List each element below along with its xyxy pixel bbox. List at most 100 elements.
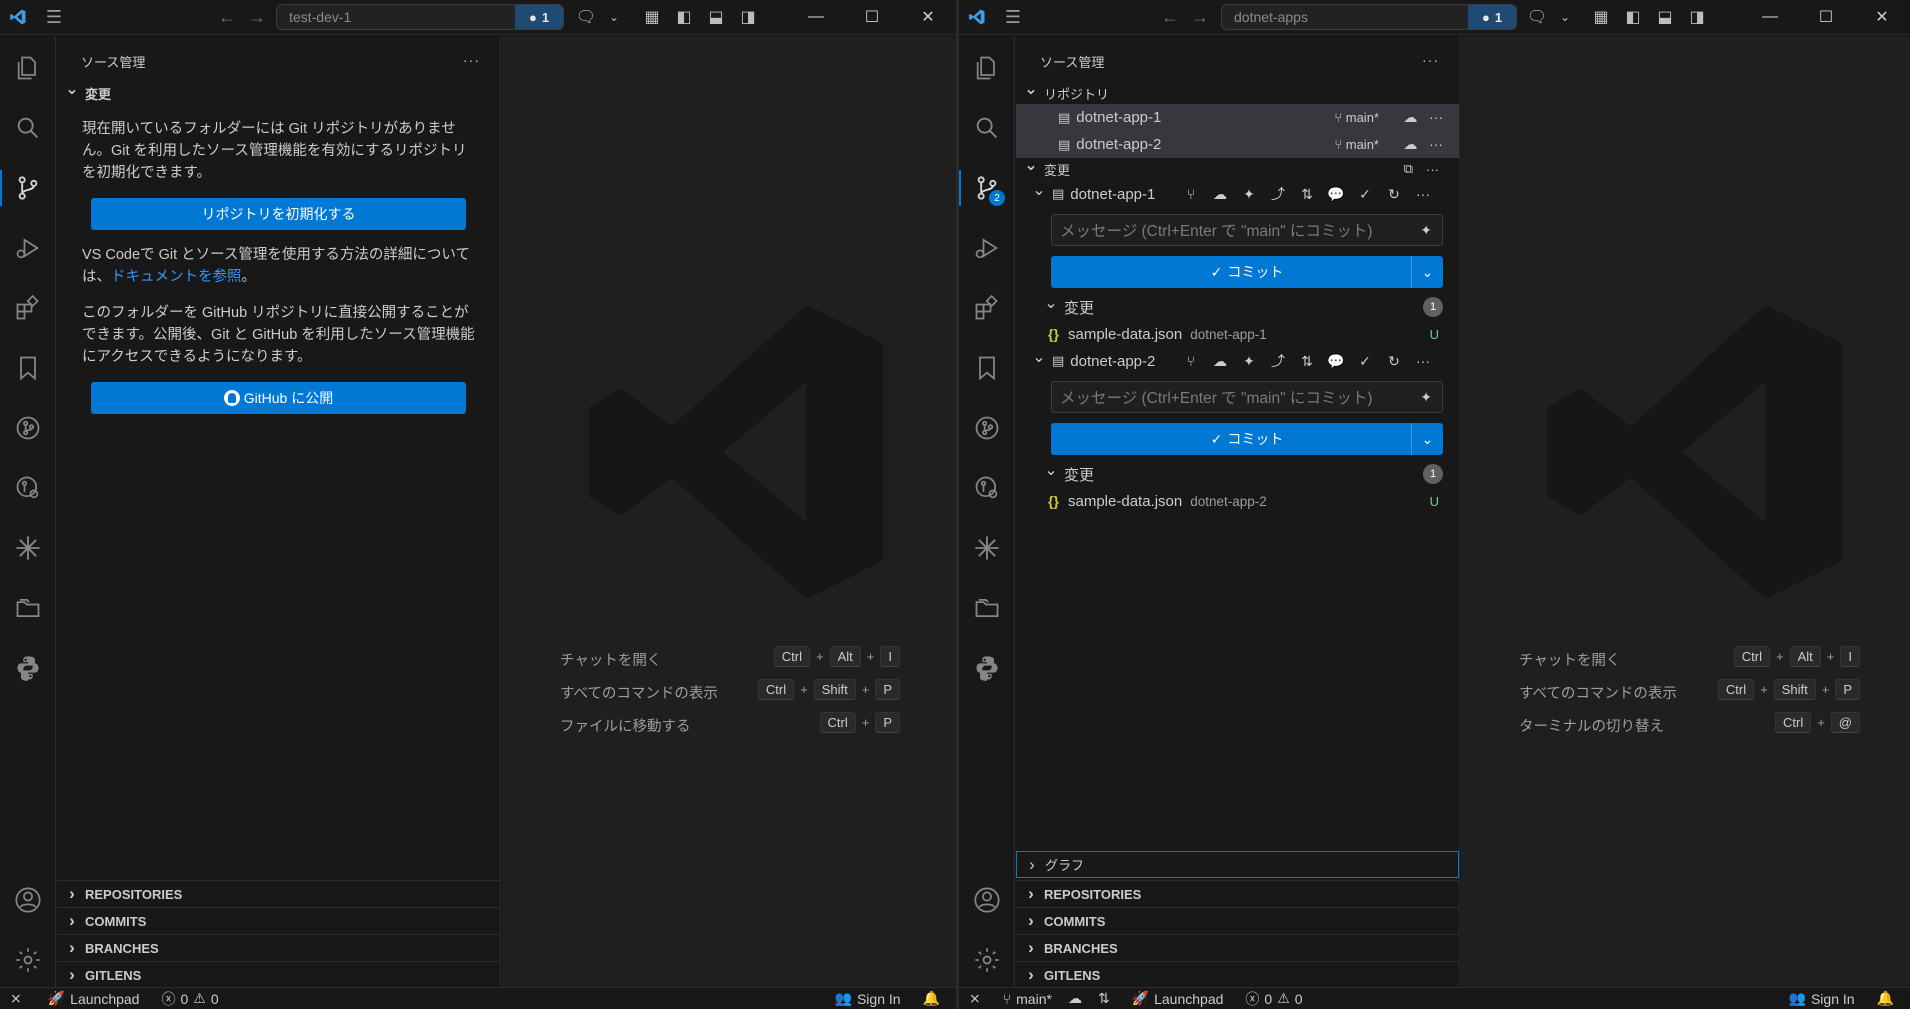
- commit-button[interactable]: ✓ コミット ⌄: [1051, 256, 1443, 288]
- problems-item[interactable]: ⓧ 0 ⚠ 0: [161, 989, 218, 1009]
- more-actions-icon[interactable]: ···: [1422, 52, 1439, 68]
- forward-arrow-icon[interactable]: →: [242, 7, 272, 28]
- git-compare-icon[interactable]: ⇅: [1098, 990, 1110, 1007]
- branch-indicator[interactable]: ⑂ main*: [1334, 137, 1379, 152]
- explorer-icon[interactable]: [959, 44, 1015, 92]
- git-compare-icon[interactable]: ⇅: [1296, 183, 1318, 205]
- cloud-sync-icon[interactable]: ☁: [1209, 350, 1231, 372]
- source-control-icon[interactable]: [0, 164, 56, 212]
- changes-section-header[interactable]: 変更 ⧉ ···: [1016, 158, 1459, 180]
- settings-gear-icon[interactable]: [0, 936, 56, 984]
- more-icon[interactable]: ···: [1429, 136, 1443, 152]
- branches-section[interactable]: BRANCHES: [1016, 934, 1459, 961]
- refresh-icon[interactable]: ↻: [1383, 183, 1405, 205]
- sparkle-icon[interactable]: ✦: [1238, 183, 1260, 205]
- comment-icon[interactable]: 💬: [1325, 350, 1347, 372]
- graph-section[interactable]: グラフ: [1016, 851, 1459, 878]
- settings-gear-icon[interactable]: [959, 936, 1015, 984]
- git-graph-icon[interactable]: [959, 404, 1015, 452]
- toggle-sidebar-icon[interactable]: ◧: [1617, 7, 1649, 27]
- changes-group-header[interactable]: 変更 1: [1016, 293, 1459, 321]
- commit-message-input[interactable]: メッセージ (Ctrl+Enter で "main" にコミット) ✦: [1051, 214, 1443, 246]
- gitlens-inspect-icon[interactable]: [0, 464, 56, 512]
- close-button[interactable]: ✕: [900, 7, 956, 27]
- bookmark-icon[interactable]: [0, 344, 56, 392]
- check-icon[interactable]: ✓: [1354, 350, 1376, 372]
- chevron-down-icon[interactable]: ⌄: [602, 10, 626, 24]
- back-arrow-icon[interactable]: ←: [1155, 7, 1185, 28]
- folders-icon[interactable]: [0, 584, 56, 632]
- sync-status-icon[interactable]: ☁: [1068, 990, 1082, 1007]
- changed-file-row[interactable]: {} sample-data.json dotnet-app-1 U: [1016, 321, 1459, 347]
- more-icon[interactable]: ···: [1426, 162, 1439, 177]
- more-icon[interactable]: ···: [1412, 350, 1434, 372]
- more-icon[interactable]: ···: [1412, 183, 1434, 205]
- explorer-icon[interactable]: [0, 44, 56, 92]
- publish-github-button[interactable]: GitHub に公開: [91, 382, 466, 414]
- cloud-sync-icon[interactable]: ☁: [1403, 136, 1417, 152]
- search-icon[interactable]: [959, 104, 1015, 152]
- remote-icon[interactable]: ⨯: [10, 990, 22, 1007]
- menu-icon[interactable]: ☰: [995, 0, 1031, 35]
- repo-row[interactable]: ▤ dotnet-app-1 ⑂ main* ☁ ···: [1016, 104, 1459, 131]
- sign-in-item[interactable]: 👥 Sign In: [835, 990, 901, 1007]
- sparkle-icon[interactable]: ✦: [1420, 389, 1432, 406]
- repo-group-header[interactable]: ▤ dotnet-app-2 ⑂ ☁ ✦ ⤴ ⇅ 💬 ✓ ↻ ···: [1016, 347, 1459, 375]
- chevron-down-icon[interactable]: ⌄: [1553, 10, 1577, 24]
- toggle-panel-icon[interactable]: ⬓: [700, 7, 732, 27]
- commits-section[interactable]: COMMITS: [1016, 907, 1459, 934]
- chat-icon[interactable]: 🗨: [570, 7, 602, 27]
- menu-icon[interactable]: ☰: [36, 0, 72, 35]
- more-icon[interactable]: ···: [1429, 109, 1443, 125]
- commit-dropdown-chevron-icon[interactable]: ⌄: [1411, 423, 1443, 455]
- notification-badge[interactable]: ● 1: [515, 5, 563, 29]
- git-compare-icon[interactable]: ⇅: [1296, 350, 1318, 372]
- minimize-button[interactable]: —: [788, 8, 844, 26]
- problems-item[interactable]: ⓧ 0 ⚠ 0: [1245, 989, 1302, 1009]
- layout-icon[interactable]: ▦: [636, 7, 668, 27]
- branch-status-item[interactable]: ⑂ main*: [1003, 991, 1052, 1007]
- git-graph-icon[interactable]: [0, 404, 56, 452]
- cloud-sync-icon[interactable]: ☁: [1403, 109, 1417, 125]
- repo-actions[interactable]: ☁ ···: [1403, 109, 1443, 126]
- command-center-search[interactable]: test-dev-1 ● 1: [276, 4, 564, 30]
- bell-icon[interactable]: 🔔: [923, 990, 940, 1007]
- repo-group-header[interactable]: ▤ dotnet-app-1 ⑂ ☁ ✦ ⤴ ⇅ 💬 ✓ ↻ ···: [1016, 180, 1459, 208]
- remote-icon[interactable]: ⨯: [969, 990, 981, 1007]
- bookmark-icon[interactable]: [959, 344, 1015, 392]
- refresh-icon[interactable]: ↻: [1383, 350, 1405, 372]
- maximize-button[interactable]: ☐: [1798, 7, 1854, 27]
- forward-arrow-icon[interactable]: →: [1185, 7, 1215, 28]
- gitlens-section[interactable]: GITLENS: [57, 961, 500, 988]
- close-button[interactable]: ✕: [1854, 7, 1910, 27]
- sparkle-icon[interactable]: [0, 524, 56, 572]
- extensions-icon[interactable]: [959, 284, 1015, 332]
- git-merge-icon[interactable]: ⤴: [1267, 350, 1289, 372]
- run-debug-icon[interactable]: [959, 224, 1015, 272]
- command-center-search[interactable]: dotnet-apps ● 1: [1221, 4, 1517, 30]
- maximize-button[interactable]: ☐: [844, 7, 900, 27]
- commit-button[interactable]: ✓ コミット ⌄: [1051, 423, 1443, 455]
- sign-in-item[interactable]: 👥 Sign In: [1789, 990, 1855, 1007]
- check-icon[interactable]: ✓: [1354, 183, 1376, 205]
- git-branch-icon[interactable]: ⑂: [1180, 350, 1202, 372]
- repositories-section[interactable]: REPOSITORIES: [57, 880, 500, 907]
- minimize-button[interactable]: —: [1742, 8, 1798, 26]
- launchpad-item[interactable]: 🚀 Launchpad: [1132, 990, 1224, 1007]
- back-arrow-icon[interactable]: ←: [212, 7, 242, 28]
- toggle-secondary-sidebar-icon[interactable]: ◨: [1681, 7, 1713, 27]
- source-control-icon[interactable]: 2: [959, 164, 1015, 212]
- init-repo-button[interactable]: リポジトリを初期化する: [91, 198, 466, 230]
- commit-message-input[interactable]: メッセージ (Ctrl+Enter で "main" にコミット) ✦: [1051, 381, 1443, 413]
- folders-icon[interactable]: [959, 584, 1015, 632]
- sparkle-icon[interactable]: ✦: [1420, 222, 1432, 239]
- gitlens-inspect-icon[interactable]: [959, 464, 1015, 512]
- toggle-panel-icon[interactable]: ⬓: [1649, 7, 1681, 27]
- changes-group-header[interactable]: 変更 1: [1016, 460, 1459, 488]
- extensions-icon[interactable]: [0, 284, 56, 332]
- sparkle-icon[interactable]: [959, 524, 1015, 572]
- toggle-secondary-sidebar-icon[interactable]: ◨: [732, 7, 764, 27]
- gitlens-section[interactable]: GITLENS: [1016, 961, 1459, 988]
- account-icon[interactable]: [959, 876, 1015, 924]
- toggle-sidebar-icon[interactable]: ◧: [668, 7, 700, 27]
